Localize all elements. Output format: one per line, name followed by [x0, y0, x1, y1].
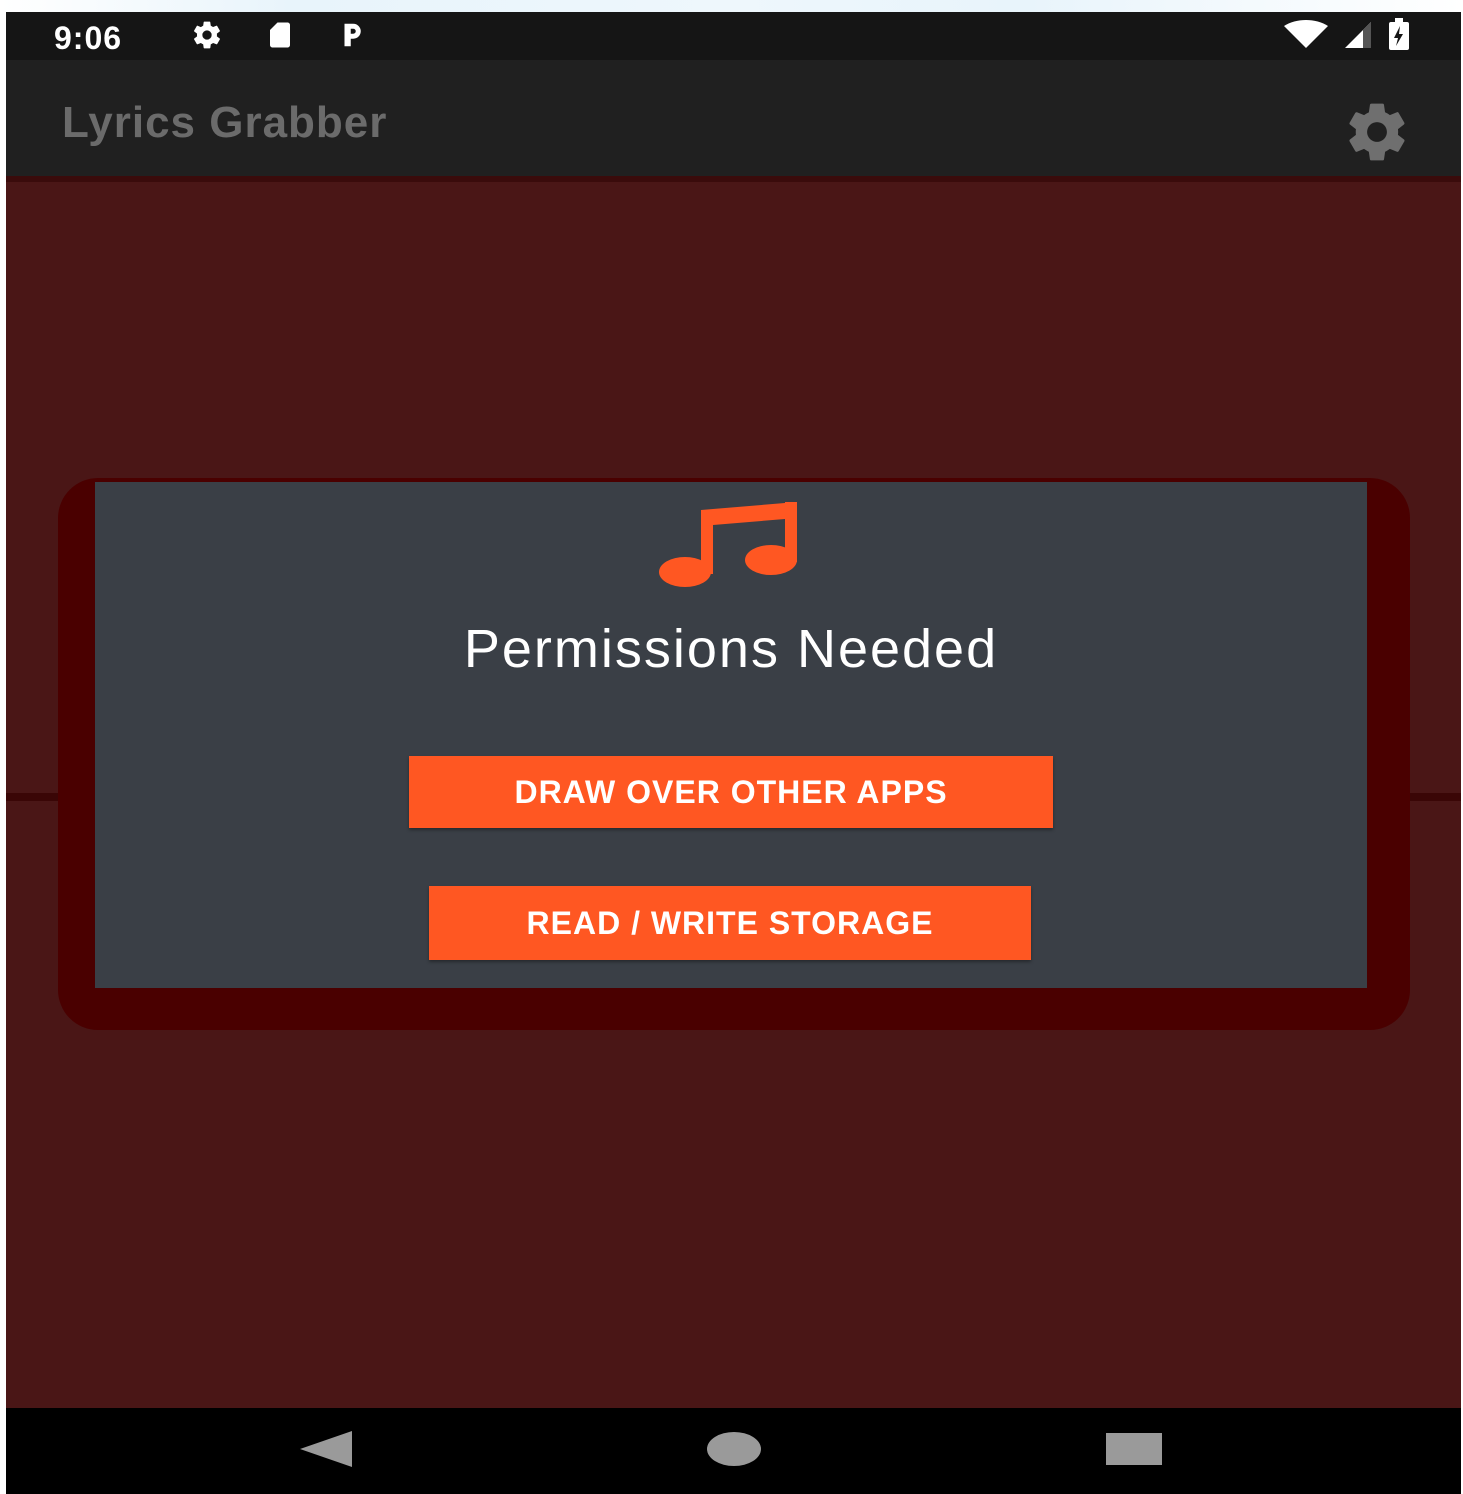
navigation-bar: [6, 1408, 1461, 1494]
app-bar: Lyrics Grabber: [6, 60, 1461, 176]
back-button[interactable]: [266, 1408, 386, 1494]
permissions-title: Permissions Needed: [463, 619, 999, 679]
signal-icon: [1343, 20, 1373, 55]
parking-icon: [337, 20, 367, 55]
gear-icon: [1343, 98, 1411, 171]
back-icon: [296, 1429, 356, 1474]
home-button[interactable]: [674, 1408, 794, 1494]
main-content: Permissions Needed DRAW OVER OTHER APPS …: [6, 182, 1461, 1408]
status-bar: 9:06: [6, 12, 1461, 60]
status-system-icons: [1283, 17, 1411, 55]
page-background: [0, 0, 1463, 12]
permissions-card: Permissions Needed DRAW OVER OTHER APPS …: [95, 482, 1367, 988]
status-time: 9:06: [54, 20, 123, 56]
wifi-icon: [1283, 19, 1329, 55]
status-notification-icons: [191, 20, 367, 55]
phone-screen: 9:06 Lyrics Grabber Permissions Needed D…: [6, 12, 1461, 1494]
draw-over-apps-button[interactable]: DRAW OVER OTHER APPS: [409, 756, 1053, 828]
sd-card-icon: [265, 20, 295, 55]
settings-button[interactable]: [1341, 98, 1413, 170]
recents-icon: [1104, 1431, 1164, 1472]
music-note-icon: [657, 502, 803, 588]
home-icon: [706, 1431, 762, 1472]
recents-button[interactable]: [1074, 1408, 1194, 1494]
battery-charging-icon: [1387, 17, 1411, 57]
settings-icon: [191, 19, 223, 56]
read-write-storage-button[interactable]: READ / WRITE STORAGE: [429, 886, 1031, 960]
app-title: Lyrics Grabber: [62, 98, 388, 147]
